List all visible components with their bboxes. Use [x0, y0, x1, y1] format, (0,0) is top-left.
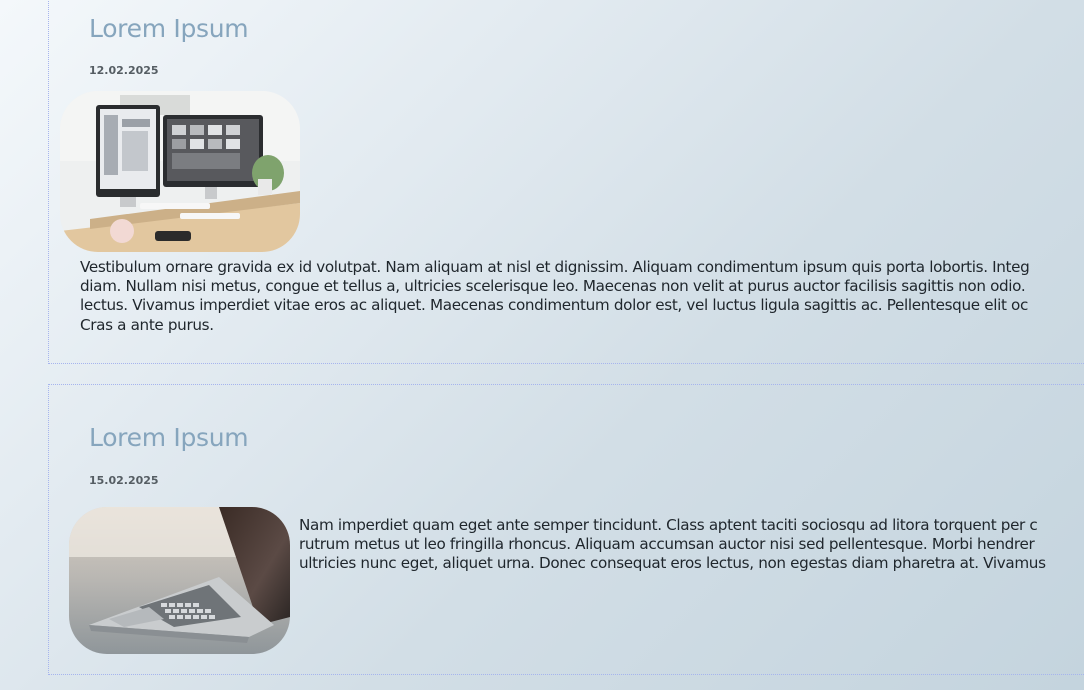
post-body: Nam imperdiet quam eget ante semper tinc…: [299, 516, 1046, 574]
post-title[interactable]: Lorem Ipsum: [89, 14, 249, 43]
post-body-line: Cras a ante purus.: [80, 315, 214, 334]
laptop-image: [69, 507, 290, 654]
post-body: Vestibulum ornare gravida ex id volutpat…: [80, 258, 1030, 335]
post-body-line: Nam imperdiet quam eget ante semper tinc…: [299, 516, 1038, 534]
post-date: 12.02.2025: [89, 64, 159, 77]
post-card: Lorem Ipsum 15.02.2025 Nam imperdiet qua…: [48, 384, 1084, 675]
post-body-line: lectus. Vivamus imperdiet vitae eros ac …: [80, 296, 1028, 315]
post-body-line: Vestibulum ornare gravida ex id volutpat…: [80, 258, 1030, 276]
post-card: Lorem Ipsum 12.02.2025 Vestibulum ornare…: [48, 0, 1084, 364]
desktop-computers-image: [60, 91, 300, 252]
post-body-line: diam. Nullam nisi metus, congue et tellu…: [80, 277, 1026, 296]
post-body-line: rutrum metus ut leo fringilla rhoncus. A…: [299, 535, 1035, 554]
post-date: 15.02.2025: [89, 474, 159, 487]
post-title[interactable]: Lorem Ipsum: [89, 423, 249, 452]
post-body-line: ultricies nunc eget, aliquet urna. Donec…: [299, 554, 1046, 573]
